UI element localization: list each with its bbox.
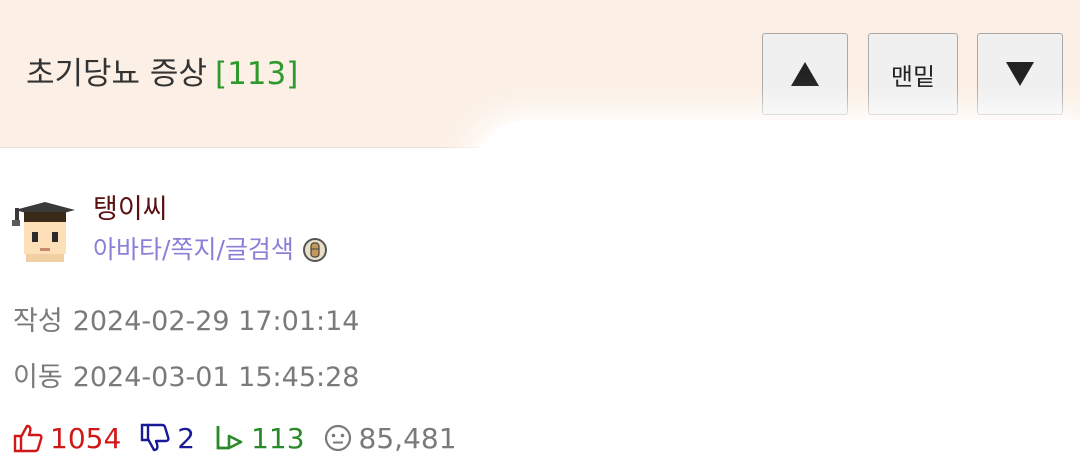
post-title-text: 초기당뇨 증상 (26, 56, 207, 92)
downvote-stat[interactable]: 2 (139, 422, 195, 455)
scroll-bottom-label: 맨밑 (890, 62, 936, 91)
message-link[interactable]: 쪽지 (170, 232, 216, 268)
scroll-top-button[interactable] (762, 33, 848, 115)
redacted-area (470, 120, 1080, 469)
created-timestamp: 작성 2024-02-29 17:01:14 (13, 304, 359, 340)
reply-count-label[interactable]: [113] (215, 56, 298, 92)
post-title: 초기당뇨 증상 [113] (26, 52, 298, 96)
views-stat: 85,481 (323, 422, 457, 455)
created-value: 2024-02-29 17:01:14 (72, 306, 360, 337)
medal-icon (302, 238, 327, 262)
link-separator: / (162, 235, 171, 264)
avatar[interactable] (12, 196, 78, 262)
author-name[interactable]: 탱이씨 (93, 192, 168, 228)
thumbs-down-icon (141, 423, 170, 452)
smiley-face-icon (324, 424, 351, 452)
reply-stat[interactable]: 113 (213, 421, 305, 455)
triangle-down-icon (1006, 62, 1034, 86)
reply-arrow-icon (216, 426, 243, 450)
author-links: 아바타 / 쪽지 / 글검색 (93, 232, 328, 268)
scroll-bottom-button[interactable]: 맨밑 (868, 33, 958, 115)
view-count: 85,481 (358, 421, 457, 455)
upvote-stat[interactable]: 1054 (12, 422, 121, 455)
upvote-count: 1054 (50, 421, 122, 455)
thumbs-up-icon (13, 424, 43, 453)
moved-label: 이동 (13, 362, 63, 393)
scroll-down-button[interactable] (977, 33, 1063, 115)
moved-value: 2024-03-01 15:45:28 (72, 362, 360, 393)
triangle-up-icon (791, 62, 819, 86)
post-stats: 1054 2 113 85,481 (12, 418, 475, 458)
reply-count: 113 (251, 421, 305, 455)
moved-timestamp: 이동 2024-03-01 15:45:28 (13, 360, 359, 396)
created-label: 작성 (13, 306, 63, 337)
search-posts-link[interactable]: 글검색 (225, 232, 294, 268)
downvote-count: 2 (177, 421, 196, 455)
avatar-link[interactable]: 아바타 (93, 232, 162, 268)
link-separator: / (216, 235, 225, 264)
